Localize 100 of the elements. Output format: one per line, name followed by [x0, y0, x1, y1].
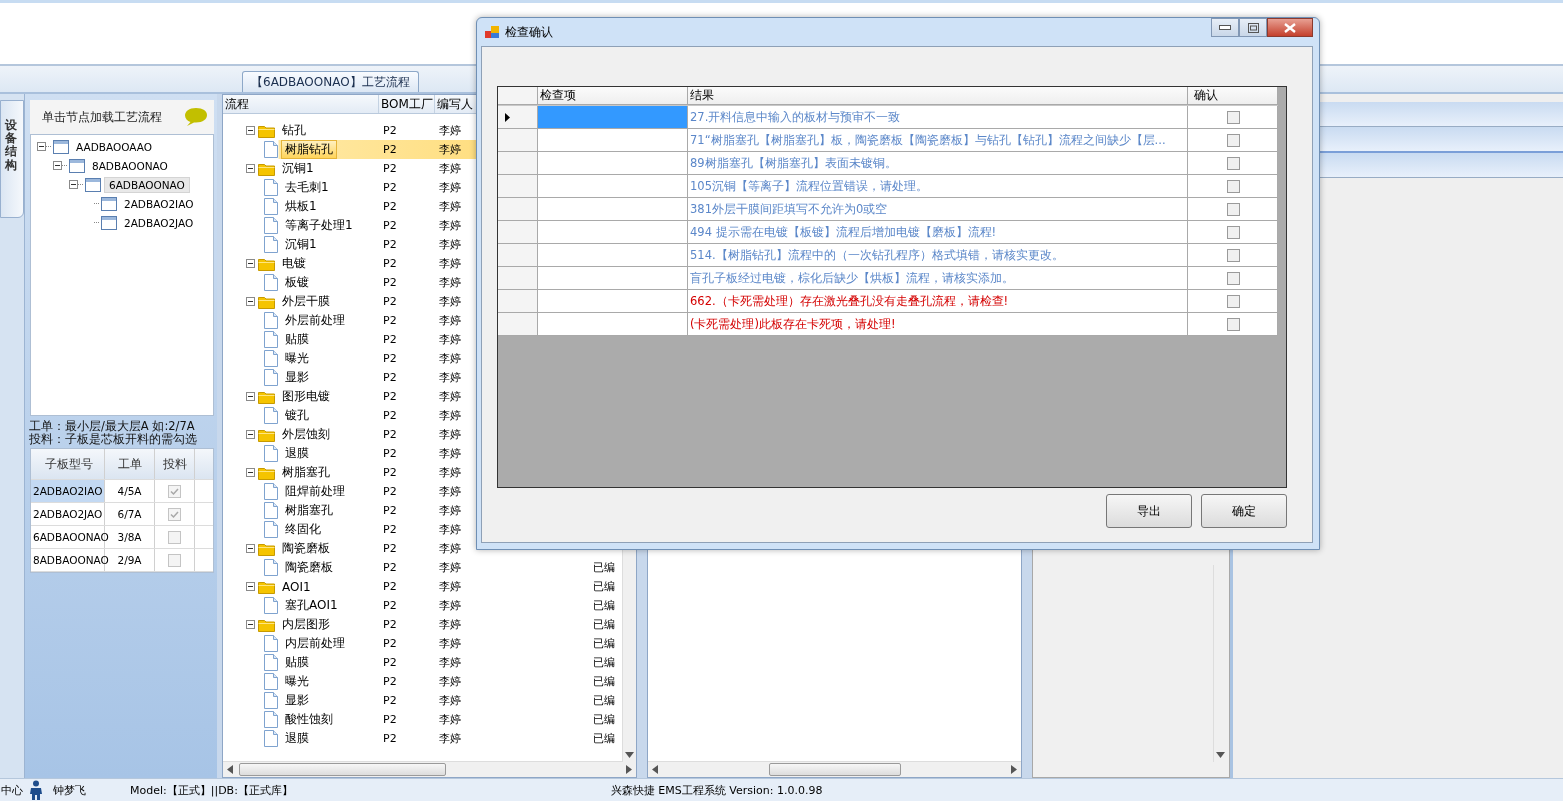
checkbox[interactable]	[1227, 294, 1240, 308]
collapse-icon[interactable]	[246, 544, 255, 553]
checkbox[interactable]	[168, 507, 181, 521]
collapse-icon[interactable]	[246, 468, 255, 477]
checkbox[interactable]	[1227, 317, 1240, 331]
grid-row[interactable]: 退膜 P2 李婷 已编	[223, 729, 623, 748]
grid-row[interactable]: 去毛刺1 P2 李婷	[223, 178, 623, 197]
process-name: 显影	[284, 369, 310, 386]
grid-row[interactable]: 外层前处理 P2 李婷	[223, 311, 623, 330]
table-cell-text: 李婷	[438, 275, 462, 291]
grid-row[interactable]: 阻焊前处理 P2 李婷	[223, 482, 623, 501]
table-cell-text: P2	[382, 503, 398, 519]
selected-cell[interactable]	[538, 106, 688, 129]
table-cell[interactable]	[538, 313, 688, 336]
collapse-icon[interactable]	[246, 392, 255, 401]
tree-node[interactable]: 2ADBAO2IAO	[120, 196, 198, 211]
grid-row[interactable]: 钻孔 P2 李婷	[223, 121, 623, 140]
collapse-icon[interactable]	[246, 126, 255, 135]
horizontal-scrollbar[interactable]	[223, 761, 636, 777]
grid-row[interactable]: 沉铜1 P2 李婷	[223, 235, 623, 254]
grid-row[interactable]: 图形电镀 P2 李婷	[223, 387, 623, 406]
side-tab[interactable]: 设备结构	[0, 100, 24, 218]
row-header[interactable]	[498, 106, 538, 129]
collapse-icon[interactable]	[246, 297, 255, 306]
checkbox[interactable]	[1227, 133, 1240, 147]
window-icon	[85, 177, 101, 192]
tree-node[interactable]: 8ADBAOONAO	[88, 158, 172, 173]
horizontal-scrollbar[interactable]	[648, 761, 1021, 777]
scroll-right-icon[interactable]	[1011, 765, 1017, 774]
scroll-down-icon[interactable]	[1216, 752, 1225, 758]
table-cell: 已编	[593, 579, 615, 594]
grid-row[interactable]: 板镀 P2 李婷	[223, 273, 623, 292]
table-cell-text: P2	[382, 256, 398, 272]
grid-row[interactable]: 树脂塞孔 P2 李婷	[223, 463, 623, 482]
checkbox[interactable]	[1227, 156, 1240, 170]
grid-row[interactable]: 终固化 P2 李婷	[223, 520, 623, 539]
process-name: 板镀	[284, 274, 310, 291]
process-name: 树脂钻孔	[281, 140, 337, 159]
scroll-right-icon[interactable]	[626, 765, 632, 774]
collapse-icon[interactable]	[37, 142, 46, 151]
grid-row[interactable]: 镀孔 P2 李婷	[223, 406, 623, 425]
dialog-button[interactable]: 确定	[1201, 494, 1287, 528]
maximize-button[interactable]	[1239, 18, 1267, 37]
grid-row[interactable]: 内层前处理 P2 李婷 已编	[223, 634, 623, 653]
checkbox[interactable]	[1227, 179, 1240, 193]
grid-row[interactable]: 曝光 P2 李婷 已编	[223, 672, 623, 691]
grid-row[interactable]: 等离子处理1 P2 李婷	[223, 216, 623, 235]
collapse-icon[interactable]	[246, 620, 255, 629]
checkbox[interactable]	[168, 553, 181, 567]
tree-node[interactable]: AADBAOOAAO	[72, 139, 157, 154]
grid-row[interactable]: 曝光 P2 李婷	[223, 349, 623, 368]
scroll-left-icon[interactable]	[227, 765, 233, 774]
dialog-button[interactable]: 导出	[1106, 494, 1192, 528]
grid-row[interactable]: 显影 P2 李婷 已编	[223, 691, 623, 710]
collapse-icon[interactable]	[246, 582, 255, 591]
grid-row[interactable]: 陶瓷磨板 P2 李婷	[223, 539, 623, 558]
collapse-icon[interactable]	[246, 430, 255, 439]
grid-row[interactable]: AOI1 P2 李婷 已编	[223, 577, 623, 596]
tree-node[interactable]: 6ADBAOONAO	[104, 176, 190, 193]
document-icon	[264, 635, 278, 652]
checkbox[interactable]	[1227, 271, 1240, 285]
minimize-button[interactable]	[1211, 18, 1239, 37]
grid-row[interactable]: 贴膜 P2 李婷 已编	[223, 653, 623, 672]
checkbox[interactable]	[168, 530, 181, 544]
grid-row[interactable]: 树脂塞孔 P2 李婷	[223, 501, 623, 520]
collapse-icon[interactable]	[69, 180, 78, 189]
table-cell[interactable]: 2ADBAO2JAO	[31, 503, 105, 525]
grid-row[interactable]: 外层干膜 P2 李婷	[223, 292, 623, 311]
grid-row[interactable]: 贴膜 P2 李婷	[223, 330, 623, 349]
process-tab[interactable]: 【6ADBAOONAO】工艺流程	[242, 71, 419, 92]
grid-row[interactable]: 塞孔AOI1 P2 李婷 已编	[223, 596, 623, 615]
collapse-icon[interactable]	[246, 164, 255, 173]
close-button[interactable]	[1267, 18, 1313, 37]
grid-row[interactable]: 电镀 P2 李婷	[223, 254, 623, 273]
checkbox[interactable]	[1227, 202, 1240, 216]
table-cell[interactable]: 2ADBAO2IAO	[31, 480, 105, 502]
grid-row[interactable]: 退膜 P2 李婷	[223, 444, 623, 463]
checkbox[interactable]	[1227, 110, 1240, 124]
note-text: 投料：子板是芯板开料的需勾选	[29, 433, 198, 446]
tree-node[interactable]: 2ADBAO2JAO	[120, 215, 198, 230]
scroll-left-icon[interactable]	[652, 765, 658, 774]
grid-row[interactable]: 内层图形 P2 李婷 已编	[223, 615, 623, 634]
grid-row[interactable]: 显影 P2 李婷	[223, 368, 623, 387]
table-cell-text: 李婷	[438, 142, 462, 158]
table-cell-text: P2	[382, 617, 398, 633]
grid-row[interactable]: 烘板1 P2 李婷	[223, 197, 623, 216]
collapse-icon[interactable]	[246, 259, 255, 268]
checkbox[interactable]	[168, 484, 181, 498]
grid-row[interactable]: 沉铜1 P2 李婷	[223, 159, 623, 178]
document-icon	[264, 217, 278, 234]
collapse-icon[interactable]	[53, 161, 62, 170]
checkbox[interactable]	[1227, 225, 1240, 239]
scrollbar-thumb[interactable]	[768, 763, 901, 776]
grid-row[interactable]: 外层蚀刻 P2 李婷	[223, 425, 623, 444]
scrollbar-thumb[interactable]	[239, 763, 446, 776]
checkbox[interactable]	[1227, 248, 1240, 262]
process-name: 阻焊前处理	[284, 483, 346, 500]
grid-row[interactable]: 陶瓷磨板 P2 李婷 已编	[223, 558, 623, 577]
scroll-down-icon[interactable]	[625, 752, 634, 758]
grid-row[interactable]: 酸性蚀刻 P2 李婷 已编	[223, 710, 623, 729]
